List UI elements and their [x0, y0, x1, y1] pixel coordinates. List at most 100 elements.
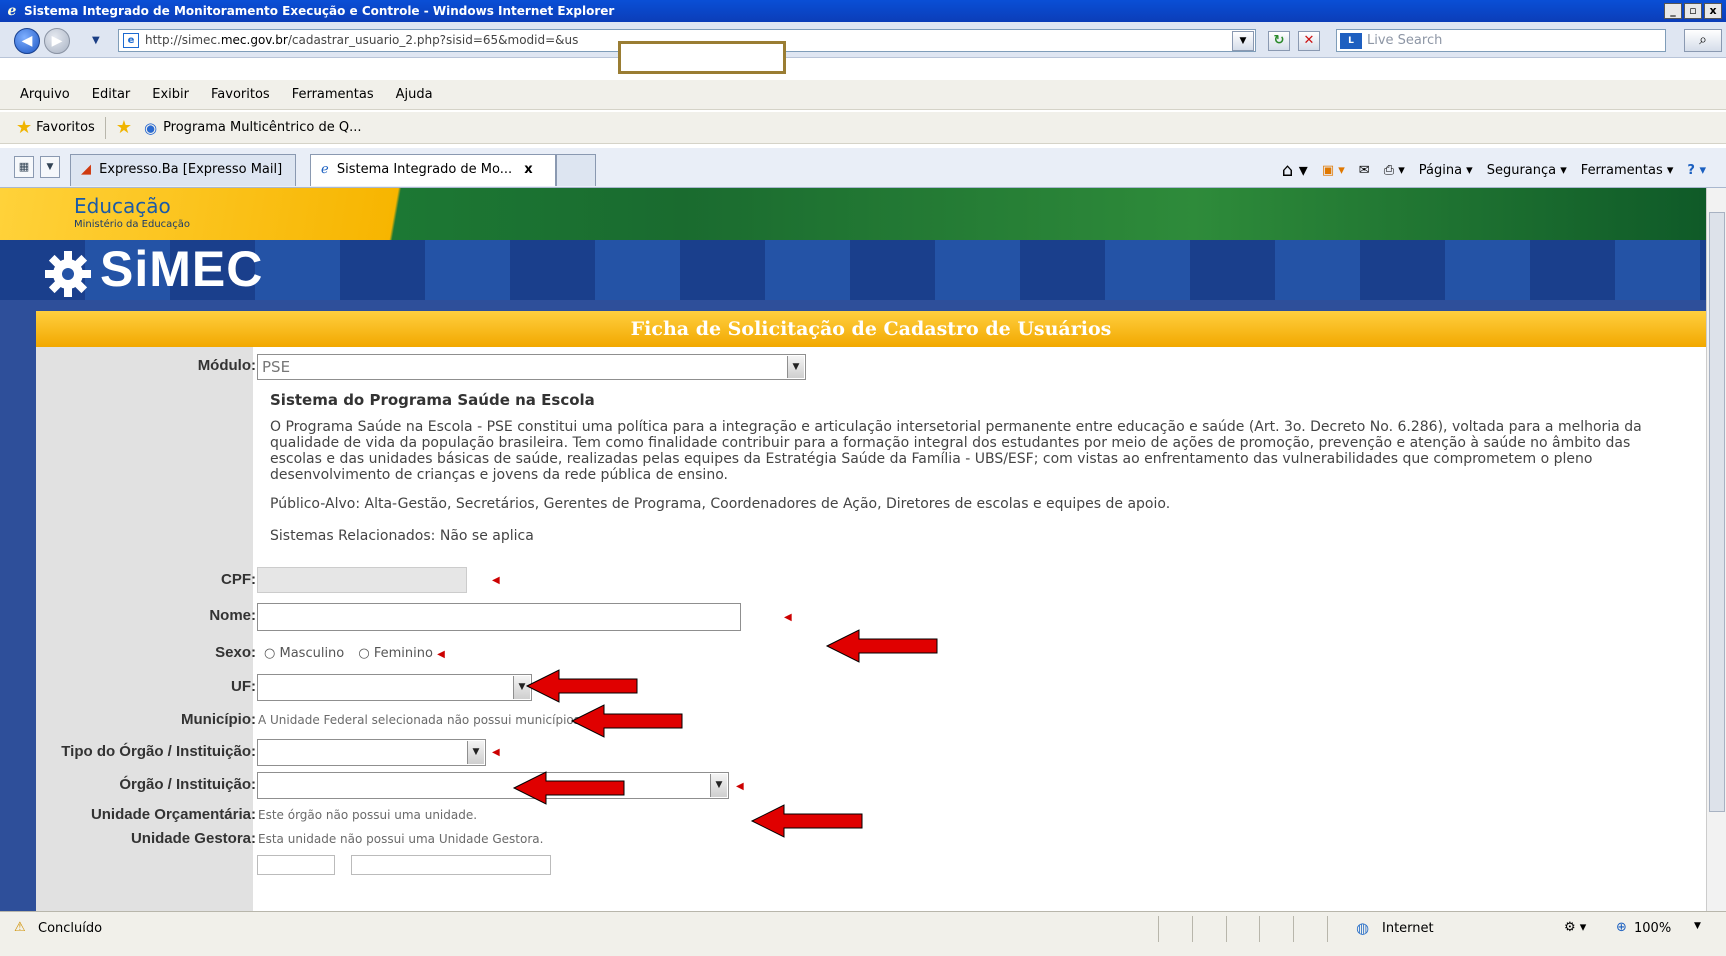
command-bar: ⌂ ▾ ▣ ▾ ✉ ⎙ ▾ Página ▾ Segurança ▾ Ferra…: [1282, 160, 1706, 181]
quick-tabs-icon[interactable]: ▦: [14, 156, 34, 178]
modulo-select[interactable]: PSE ▼: [257, 354, 806, 380]
municipio-info: A Unidade Federal selecionada não possui…: [258, 713, 584, 727]
partial-field[interactable]: [257, 855, 335, 875]
orgao-label: Órgão / Instituição:: [119, 776, 256, 793]
favorites-button[interactable]: Favoritos: [36, 120, 95, 135]
modulo-label: Módulo:: [197, 357, 256, 374]
security-menu-label: Segurança: [1486, 163, 1557, 178]
close-window-button[interactable]: x: [1704, 3, 1722, 19]
nome-input[interactable]: [257, 603, 741, 631]
security-menu[interactable]: Segurança ▾: [1487, 163, 1567, 178]
help-icon[interactable]: ? ▾: [1687, 163, 1706, 178]
new-tab-button[interactable]: [556, 154, 596, 186]
required-marker: ◀: [492, 747, 500, 758]
menu-ferramentas[interactable]: Ferramentas: [292, 87, 374, 102]
system-description: O Programa Saúde na Escola - PSE constit…: [270, 419, 1642, 483]
url-prefix: http://simec.: [145, 33, 221, 47]
ie-logo-icon: ℯ: [7, 3, 17, 19]
stop-icon[interactable]: ✕: [1298, 31, 1320, 51]
close-tab-icon[interactable]: x: [524, 162, 532, 177]
address-toolbar: ◀ ▶ ▼ e http://simec.mec.gov.br/cadastra…: [0, 22, 1726, 58]
required-marker: ◀: [736, 781, 744, 792]
favorite-item[interactable]: Programa Multicêntrico de Q...: [163, 120, 361, 135]
mail-icon[interactable]: ✉: [1359, 163, 1370, 178]
protected-mode-icon[interactable]: ⚙ ▾: [1564, 920, 1586, 935]
annotation-arrow: [512, 771, 625, 805]
required-marker: ◀: [437, 649, 445, 660]
address-dropdown-button[interactable]: ▼: [1232, 31, 1254, 51]
label-column: [36, 347, 253, 911]
minimize-button[interactable]: _: [1664, 3, 1682, 19]
sexo-label: Sexo:: [215, 644, 256, 661]
cpf-label: CPF:: [221, 571, 256, 588]
sexo-options: ○ Masculino ○ Feminino ◀: [264, 646, 445, 661]
zoom-icon[interactable]: ⊕: [1616, 920, 1627, 935]
unidade-orcamentaria-label: Unidade Orçamentária:: [90, 806, 256, 823]
tab-simec[interactable]: ℯ Sistema Integrado de Mo... x: [310, 154, 556, 186]
cpf-input[interactable]: [257, 567, 467, 593]
status-panes: [1158, 916, 1328, 942]
publico-value: Alta-Gestão, Secretários, Gerentes de Pr…: [364, 496, 1171, 512]
menu-favoritos[interactable]: Favoritos: [211, 87, 270, 102]
tab-bar: ▦ ▼ ◢ Expresso.Ba [Expresso Mail] ℯ Sist…: [0, 148, 1726, 188]
url-domain: mec.gov.br: [220, 33, 288, 47]
unidade-gestora-label: Unidade Gestora:: [130, 830, 256, 847]
chevron-down-icon: ▼: [787, 356, 804, 378]
unidade-gestora-info: Esta unidade não possui uma Unidade Gest…: [258, 832, 544, 846]
annotation-arrow: [825, 629, 938, 663]
favorites-separator: [104, 116, 106, 139]
expresso-favicon-icon: ◢: [81, 162, 91, 177]
masculino-radio[interactable]: ○: [264, 646, 275, 661]
page-icon: e: [123, 33, 139, 48]
vertical-scrollbar[interactable]: [1706, 188, 1726, 911]
search-placeholder: Live Search: [1367, 33, 1443, 48]
page-menu[interactable]: Página ▾: [1419, 163, 1473, 178]
search-input[interactable]: L Live Search: [1336, 29, 1666, 52]
modulo-value: PSE: [262, 358, 291, 376]
partial-field[interactable]: [351, 855, 551, 875]
tab-label: Expresso.Ba [Expresso Mail]: [99, 162, 283, 177]
menu-ajuda[interactable]: Ajuda: [396, 87, 433, 102]
required-marker: ◀: [492, 575, 500, 586]
scrollbar-thumb[interactable]: [1709, 212, 1725, 812]
back-button[interactable]: ◀: [14, 28, 40, 54]
tipo-orgao-select[interactable]: ▼: [257, 739, 486, 766]
refresh-icon[interactable]: ↻: [1268, 31, 1290, 51]
menu-arquivo[interactable]: Arquivo: [20, 87, 70, 102]
feminino-radio[interactable]: ○: [358, 646, 369, 661]
status-text: Concluído: [38, 921, 103, 936]
tools-menu[interactable]: Ferramentas ▾: [1581, 163, 1674, 178]
sistemas-value: Não se aplica: [439, 528, 534, 544]
add-favorite-icon[interactable]: ★: [116, 117, 132, 138]
recent-pages-dropdown-icon[interactable]: ▼: [92, 35, 100, 46]
print-icon[interactable]: ⎙ ▾: [1384, 163, 1405, 178]
zoom-dropdown-icon[interactable]: ▼: [1694, 921, 1701, 931]
restore-button[interactable]: ▫: [1684, 3, 1702, 19]
page-content: Educação Ministério da Educação SiMEC Fi…: [0, 188, 1706, 911]
sistemas-relacionados: Sistemas Relacionados: Não se aplica: [270, 528, 534, 544]
menu-exibir[interactable]: Exibir: [152, 87, 189, 102]
home-icon[interactable]: ⌂ ▾: [1282, 160, 1308, 181]
annotation-arrow: [525, 669, 638, 703]
forward-button[interactable]: ▶: [44, 28, 70, 54]
publico-alvo: Público-Alvo: Alta-Gestão, Secretários, …: [270, 496, 1170, 512]
simec-banner: SiMEC: [0, 240, 1706, 300]
zone-label: Internet: [1382, 921, 1434, 936]
tab-label: Sistema Integrado de Mo...: [336, 162, 513, 177]
orgao-select[interactable]: ▼: [257, 772, 729, 799]
menu-editar[interactable]: Editar: [92, 87, 131, 102]
status-bar: ⚠ Concluído ◍ Internet ⚙ ▾ ⊕ 100% ▼: [0, 911, 1726, 956]
uf-select[interactable]: ▼: [257, 674, 532, 701]
search-button[interactable]: ⌕: [1684, 29, 1722, 52]
live-search-logo-icon: L: [1340, 33, 1362, 49]
feeds-icon[interactable]: ▣ ▾: [1322, 163, 1345, 178]
chevron-down-icon: ▼: [710, 774, 727, 797]
window-title: Sistema Integrado de Monitoramento Execu…: [24, 4, 615, 18]
favorites-bar: ★ Favoritos ★ ◉ Programa Multicêntrico d…: [0, 112, 1726, 144]
registration-form: Ficha de Solicitação de Cadastro de Usuá…: [36, 311, 1706, 911]
zoom-level[interactable]: 100%: [1634, 921, 1671, 936]
tab-expresso[interactable]: ◢ Expresso.Ba [Expresso Mail]: [70, 154, 296, 186]
system-title: Sistema do Programa Saúde na Escola: [270, 391, 595, 409]
tab-list-dropdown-icon[interactable]: ▼: [40, 156, 60, 178]
favorite-site-icon: ◉: [143, 118, 158, 137]
